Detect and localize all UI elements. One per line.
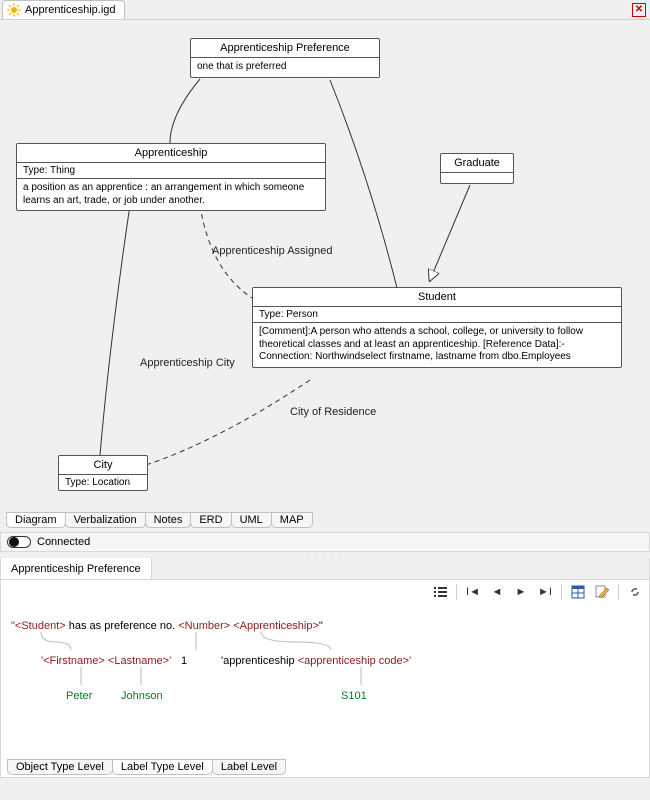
file-tab[interactable]: Apprenticeship.igd [2,0,125,19]
diagram-edges [0,20,650,512]
file-tab-label: Apprenticeship.igd [25,4,116,16]
grid-icon[interactable] [570,584,586,600]
node-type: Type: Person [253,307,621,323]
lower-panel-header: Apprenticeship Preference [0,558,650,580]
node-title: Student [253,288,621,307]
node-graduate[interactable]: Graduate [440,153,514,184]
list-icon[interactable] [432,584,448,600]
verbalization-toolbar: I◄ ◄ ► ►I [432,584,643,600]
sentence-template: "<Student> has as preference no. <Number… [11,620,639,632]
verbalization-tree: "<Student> has as preference no. <Number… [11,620,639,702]
connection-label: Connected [37,536,90,548]
first-icon[interactable]: I◄ [465,584,481,600]
edge-label-assigned: Apprenticeship Assigned [212,245,332,257]
brace-connectors [11,632,631,652]
lower-panel-tab[interactable]: Apprenticeship Preference [1,558,152,579]
close-icon[interactable]: ✕ [632,3,646,17]
diagram-canvas[interactable]: Apprenticeship Preference one that is pr… [0,20,650,512]
edit-icon[interactable] [594,584,610,600]
tab-map[interactable]: MAP [271,512,313,528]
prev-icon[interactable]: ◄ [489,584,505,600]
value-code: S101 [341,690,367,702]
tab-label-level[interactable]: Label Level [212,759,286,775]
tab-uml[interactable]: UML [231,512,272,528]
model-file-icon [7,3,21,17]
node-title: City [59,456,147,475]
connection-toggle[interactable] [7,536,31,548]
edge-label-city: Apprenticeship City [140,357,235,369]
level-tabbar: Object Type Level Label Type Level Label… [7,759,285,775]
node-city[interactable]: City Type: Location [58,455,148,491]
tab-erd[interactable]: ERD [190,512,231,528]
tab-object-type-level[interactable]: Object Type Level [7,759,113,775]
node-apprenticeship-preference[interactable]: Apprenticeship Preference one that is pr… [190,38,380,78]
node-apprenticeship[interactable]: Apprenticeship Type: Thing a position as… [16,143,326,211]
view-tabbar: Diagram Verbalization Notes ERD UML MAP [0,512,650,532]
status-bar: Connected [0,532,650,552]
brace-connectors-2 [11,667,631,687]
node-type: Type: Thing [17,163,325,179]
next-icon[interactable]: ► [513,584,529,600]
tab-verbalization[interactable]: Verbalization [65,512,146,528]
label-values-row: Peter Johnson S101 [11,690,639,702]
node-desc: [Comment]:A person who attends a school,… [253,323,621,367]
node-desc: a position as an apprentice : an arrange… [17,179,325,210]
tab-label-type-level[interactable]: Label Type Level [112,759,213,775]
label-template-row: '<Firstname> <Lastname>' 1 'apprenticesh… [11,655,639,667]
value-lastname: Johnson [121,690,341,702]
node-title: Graduate [441,154,513,173]
node-student[interactable]: Student Type: Person [Comment]:A person … [252,287,622,368]
node-title: Apprenticeship [17,144,325,163]
node-desc: one that is preferred [191,58,379,77]
value-firstname: Peter [66,690,121,702]
node-type: Type: Location [59,475,147,490]
lower-panel: I◄ ◄ ► ►I "<Student> has as preference n… [0,580,650,778]
edge-label-residence: City of Residence [290,406,376,418]
node-title: Apprenticeship Preference [191,39,379,58]
tab-diagram[interactable]: Diagram [6,512,66,528]
tab-notes[interactable]: Notes [145,512,192,528]
editor-tabbar: Apprenticeship.igd ✕ [0,0,650,20]
last-icon[interactable]: ►I [537,584,553,600]
link-icon[interactable] [627,584,643,600]
